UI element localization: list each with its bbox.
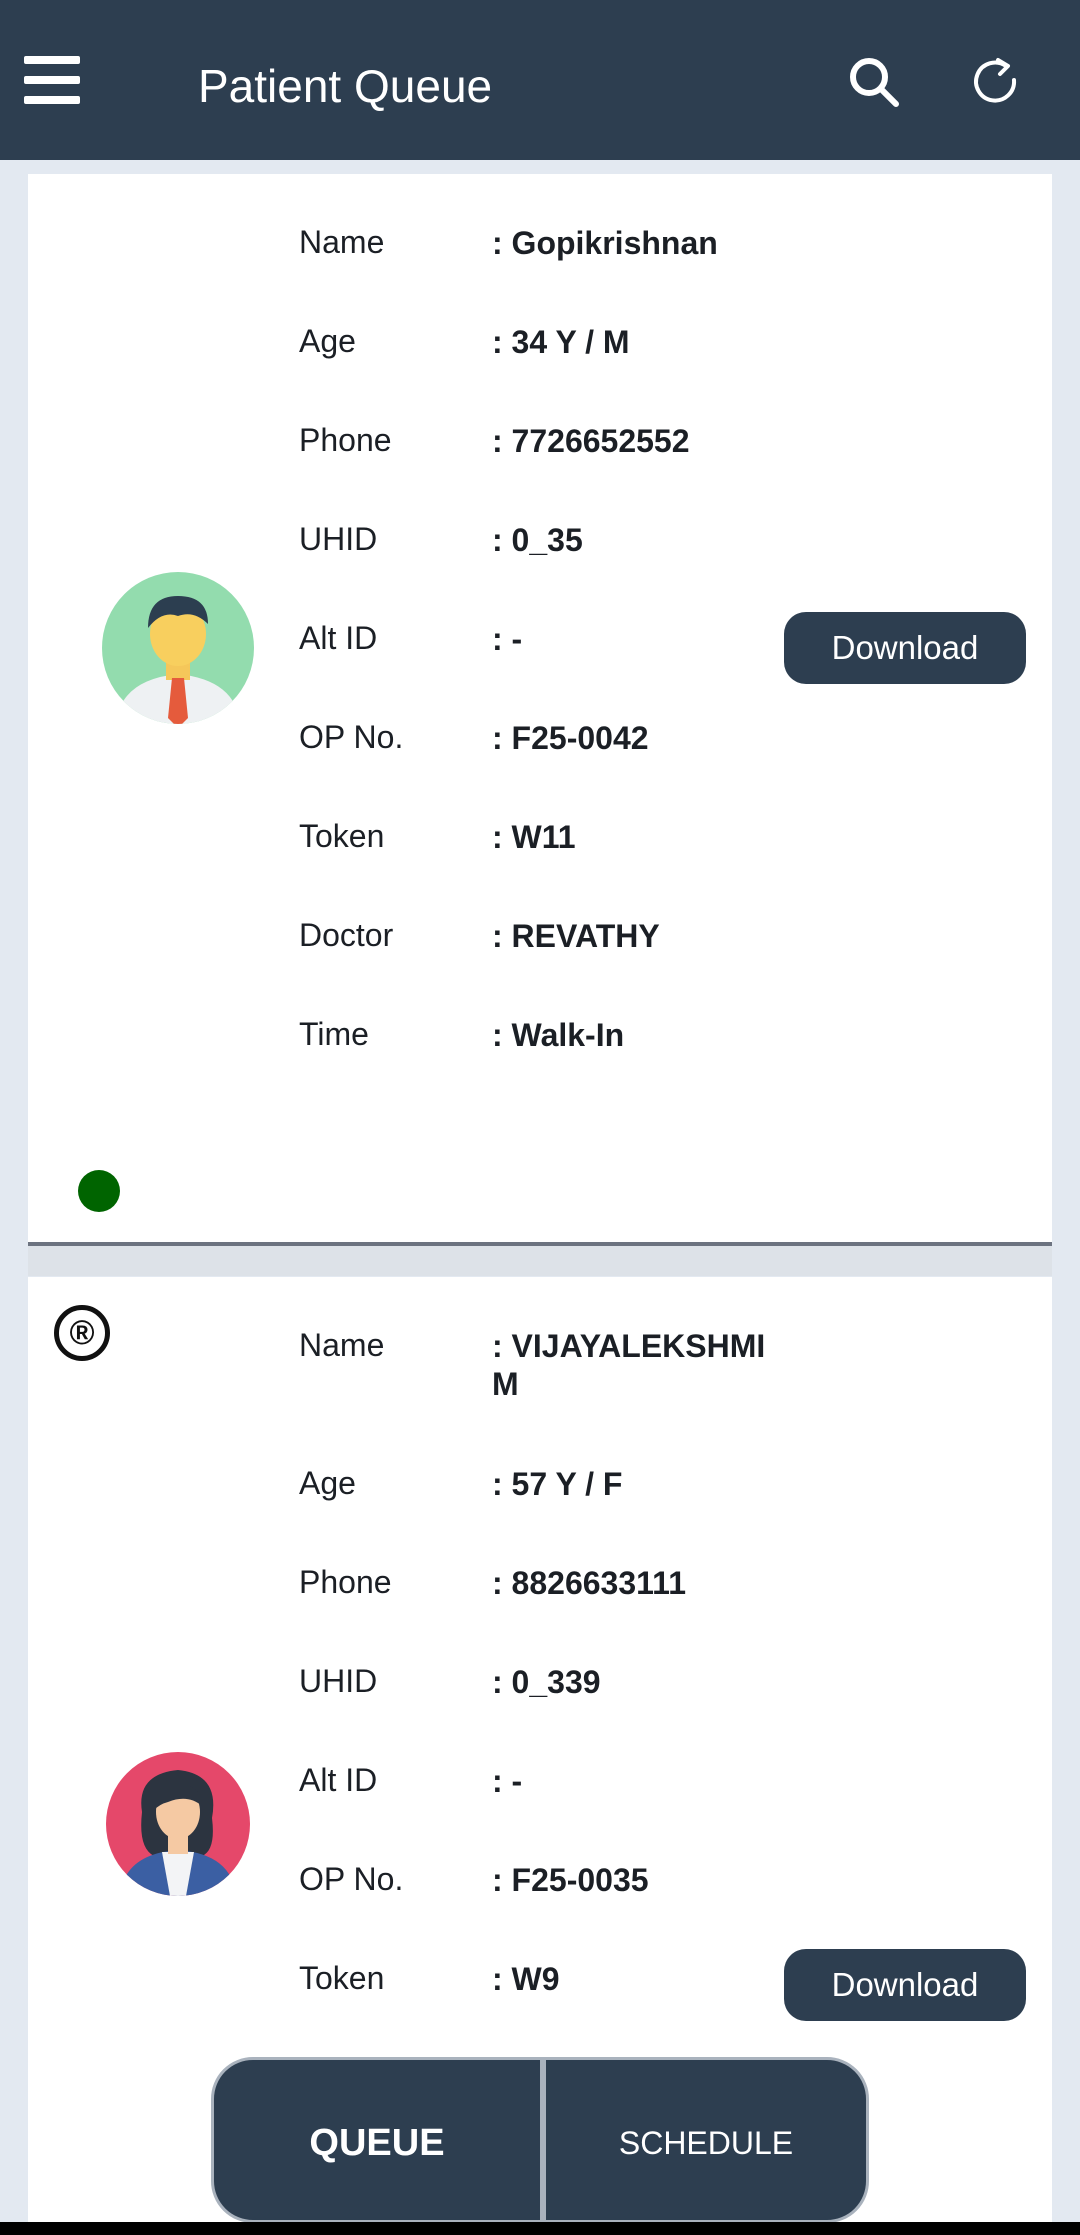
phone-label: Phone [299, 422, 392, 458]
page-title: Patient Queue [198, 60, 493, 112]
refresh-icon[interactable] [970, 56, 1022, 108]
token-label: Token [299, 1960, 385, 1996]
registered-badge: ® [54, 1305, 110, 1361]
bottom-nav: QUEUE SCHEDULE [211, 2057, 869, 2223]
alt-id-label: Alt ID [299, 620, 378, 656]
time-value: : Walk-In [492, 1017, 625, 1053]
download-button[interactable]: Download [784, 1949, 1026, 2021]
patient-list[interactable]: Name : Gopikrishnan Age : 34 Y / M Phone… [0, 160, 1080, 2235]
download-button[interactable]: Download [784, 612, 1026, 684]
age-value: : 57 Y / F [492, 1466, 623, 1502]
name-value: : Gopikrishnan [492, 225, 718, 261]
uhid-value: : 0_35 [492, 522, 583, 558]
app-bar: Patient Queue [0, 0, 1080, 160]
token-value: : W11 [492, 819, 576, 855]
op-no-label: OP No. [299, 719, 404, 755]
patient-card[interactable]: Name : Gopikrishnan Age : 34 Y / M Phone… [28, 174, 1052, 1246]
token-value: : W9 [492, 1961, 560, 1997]
op-no-value: : F25-0035 [492, 1862, 649, 1898]
uhid-label: UHID [299, 1663, 378, 1699]
male-avatar-icon [102, 572, 254, 724]
op-no-label: OP No. [299, 1861, 404, 1897]
time-label: Time [299, 1016, 369, 1052]
search-icon[interactable] [848, 56, 900, 108]
doctor-label: Doctor [299, 917, 394, 953]
female-avatar-icon [106, 1752, 250, 1896]
menu-icon[interactable] [24, 56, 80, 104]
alt-id-value: : - [492, 621, 523, 657]
age-value: : 34 Y / M [492, 324, 630, 360]
token-label: Token [299, 818, 385, 854]
phone-value: : 7726652552 [492, 423, 690, 459]
system-nav-bar [0, 2222, 1080, 2235]
name-label: Name [299, 224, 385, 260]
status-indicator [78, 1170, 120, 1212]
age-label: Age [299, 1465, 356, 1501]
tab-queue[interactable]: QUEUE [214, 2060, 540, 2220]
age-label: Age [299, 323, 356, 359]
uhid-value: : 0_339 [492, 1664, 601, 1700]
alt-id-label: Alt ID [299, 1762, 378, 1798]
op-no-value: : F25-0042 [492, 720, 649, 756]
doctor-value: : REVATHY [492, 918, 660, 954]
name-label: Name [299, 1327, 385, 1363]
phone-label: Phone [299, 1564, 392, 1600]
tab-schedule[interactable]: SCHEDULE [546, 2060, 866, 2220]
alt-id-value: : - [492, 1763, 523, 1799]
name-value: : VIJAYALEKSHMI M [492, 1328, 766, 1402]
uhid-label: UHID [299, 521, 378, 557]
phone-value: : 8826633111 [492, 1565, 686, 1601]
card-separator [28, 1246, 1052, 1276]
